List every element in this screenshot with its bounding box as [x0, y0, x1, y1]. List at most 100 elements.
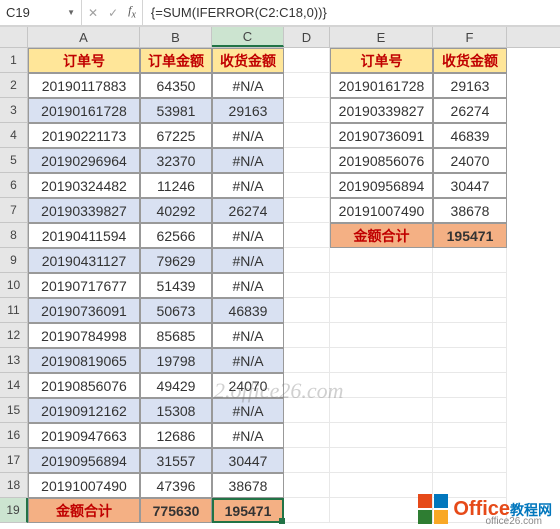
- empty-cell[interactable]: [330, 323, 433, 348]
- empty-cell[interactable]: [330, 273, 433, 298]
- empty-cell[interactable]: [284, 373, 330, 398]
- cell-recv-amt[interactable]: 24070: [212, 373, 284, 398]
- cell-order-id[interactable]: 20190736091: [28, 298, 140, 323]
- table-header[interactable]: 收货金额: [433, 48, 507, 73]
- cell-order-amt[interactable]: 11246: [140, 173, 212, 198]
- cell-order-id[interactable]: 20190411594: [28, 223, 140, 248]
- sum-label[interactable]: 金额合计: [28, 498, 140, 523]
- cell-order-amt[interactable]: 79629: [140, 248, 212, 273]
- cell-recv-amt[interactable]: #N/A: [212, 348, 284, 373]
- col-header-d[interactable]: D: [284, 27, 330, 47]
- cell-order-id[interactable]: 20190339827: [330, 98, 433, 123]
- empty-cell[interactable]: [330, 423, 433, 448]
- empty-cell[interactable]: [433, 248, 507, 273]
- empty-cell[interactable]: [433, 373, 507, 398]
- cell-order-amt[interactable]: 51439: [140, 273, 212, 298]
- cell-order-id[interactable]: 20190912162: [28, 398, 140, 423]
- empty-cell[interactable]: [330, 248, 433, 273]
- cell-order-id[interactable]: 20190784998: [28, 323, 140, 348]
- cell-order-id[interactable]: 20190736091: [330, 123, 433, 148]
- empty-cell[interactable]: [330, 298, 433, 323]
- sum-value[interactable]: 195471: [433, 223, 507, 248]
- row-header[interactable]: 16: [0, 423, 28, 448]
- empty-cell[interactable]: [330, 348, 433, 373]
- cell-recv-amt[interactable]: 38678: [433, 198, 507, 223]
- empty-cell[interactable]: [433, 298, 507, 323]
- cell-recv-amt[interactable]: 38678: [212, 473, 284, 498]
- empty-cell[interactable]: [284, 498, 330, 523]
- table-header[interactable]: 订单号: [330, 48, 433, 73]
- table-header[interactable]: 订单金额: [140, 48, 212, 73]
- empty-cell[interactable]: [330, 398, 433, 423]
- cell-order-amt[interactable]: 15308: [140, 398, 212, 423]
- col-header-b[interactable]: B: [140, 27, 212, 47]
- empty-cell[interactable]: [433, 323, 507, 348]
- row-header[interactable]: 18: [0, 473, 28, 498]
- cell-order-id[interactable]: 20190161728: [330, 73, 433, 98]
- fx-icon[interactable]: fx: [128, 4, 136, 20]
- cell-order-id[interactable]: 20190339827: [28, 198, 140, 223]
- row-header[interactable]: 8: [0, 223, 28, 248]
- row-header[interactable]: 9: [0, 248, 28, 273]
- empty-cell[interactable]: [284, 198, 330, 223]
- cell-recv-amt[interactable]: 26274: [212, 198, 284, 223]
- row-header[interactable]: 15: [0, 398, 28, 423]
- col-header-a[interactable]: A: [28, 27, 140, 47]
- row-header[interactable]: 3: [0, 98, 28, 123]
- row-header[interactable]: 10: [0, 273, 28, 298]
- col-header-f[interactable]: F: [433, 27, 507, 47]
- empty-cell[interactable]: [433, 448, 507, 473]
- cell-recv-amt[interactable]: #N/A: [212, 248, 284, 273]
- formula-input[interactable]: {=SUM(IFERROR(C2:C18,0))}: [143, 5, 560, 20]
- row-header[interactable]: 14: [0, 373, 28, 398]
- cell-order-id[interactable]: 20190431127: [28, 248, 140, 273]
- select-all-corner[interactable]: [0, 27, 28, 47]
- empty-cell[interactable]: [330, 448, 433, 473]
- row-header[interactable]: 17: [0, 448, 28, 473]
- table-header[interactable]: 订单号: [28, 48, 140, 73]
- cell-order-amt[interactable]: 47396: [140, 473, 212, 498]
- empty-cell[interactable]: [433, 423, 507, 448]
- empty-cell[interactable]: [284, 248, 330, 273]
- cell-order-amt[interactable]: 31557: [140, 448, 212, 473]
- col-header-e[interactable]: E: [330, 27, 433, 47]
- cell-order-id[interactable]: 20190856076: [330, 148, 433, 173]
- cell-order-id[interactable]: 20190117883: [28, 73, 140, 98]
- empty-cell[interactable]: [330, 373, 433, 398]
- row-header[interactable]: 1: [0, 48, 28, 73]
- empty-cell[interactable]: [284, 323, 330, 348]
- cell-order-amt[interactable]: 85685: [140, 323, 212, 348]
- sum-value[interactable]: 195471: [212, 498, 284, 523]
- empty-cell[interactable]: [284, 298, 330, 323]
- cell-recv-amt[interactable]: #N/A: [212, 273, 284, 298]
- row-header[interactable]: 5: [0, 148, 28, 173]
- cell-recv-amt[interactable]: 30447: [433, 173, 507, 198]
- cell-order-id[interactable]: 20190819065: [28, 348, 140, 373]
- cell-recv-amt[interactable]: 46839: [212, 298, 284, 323]
- cell-order-id[interactable]: 20190324482: [28, 173, 140, 198]
- empty-cell[interactable]: [284, 223, 330, 248]
- sum-value[interactable]: 775630: [140, 498, 212, 523]
- cell-recv-amt[interactable]: 29163: [212, 98, 284, 123]
- cell-order-id[interactable]: 20190956894: [330, 173, 433, 198]
- empty-cell[interactable]: [284, 73, 330, 98]
- cell-order-amt[interactable]: 64350: [140, 73, 212, 98]
- empty-cell[interactable]: [284, 173, 330, 198]
- cell-recv-amt[interactable]: 30447: [212, 448, 284, 473]
- col-header-c[interactable]: C: [212, 27, 284, 47]
- cell-order-id[interactable]: 20190717677: [28, 273, 140, 298]
- row-header[interactable]: 4: [0, 123, 28, 148]
- cell-order-amt[interactable]: 12686: [140, 423, 212, 448]
- cell-recv-amt[interactable]: 46839: [433, 123, 507, 148]
- empty-cell[interactable]: [284, 448, 330, 473]
- empty-cell[interactable]: [284, 123, 330, 148]
- empty-cell[interactable]: [284, 148, 330, 173]
- cell-recv-amt[interactable]: #N/A: [212, 123, 284, 148]
- empty-cell[interactable]: [433, 348, 507, 373]
- cell-recv-amt[interactable]: 26274: [433, 98, 507, 123]
- cell-recv-amt[interactable]: 29163: [433, 73, 507, 98]
- cell-order-amt[interactable]: 53981: [140, 98, 212, 123]
- enter-icon[interactable]: ✓: [108, 7, 118, 19]
- cell-order-amt[interactable]: 40292: [140, 198, 212, 223]
- empty-cell[interactable]: [433, 273, 507, 298]
